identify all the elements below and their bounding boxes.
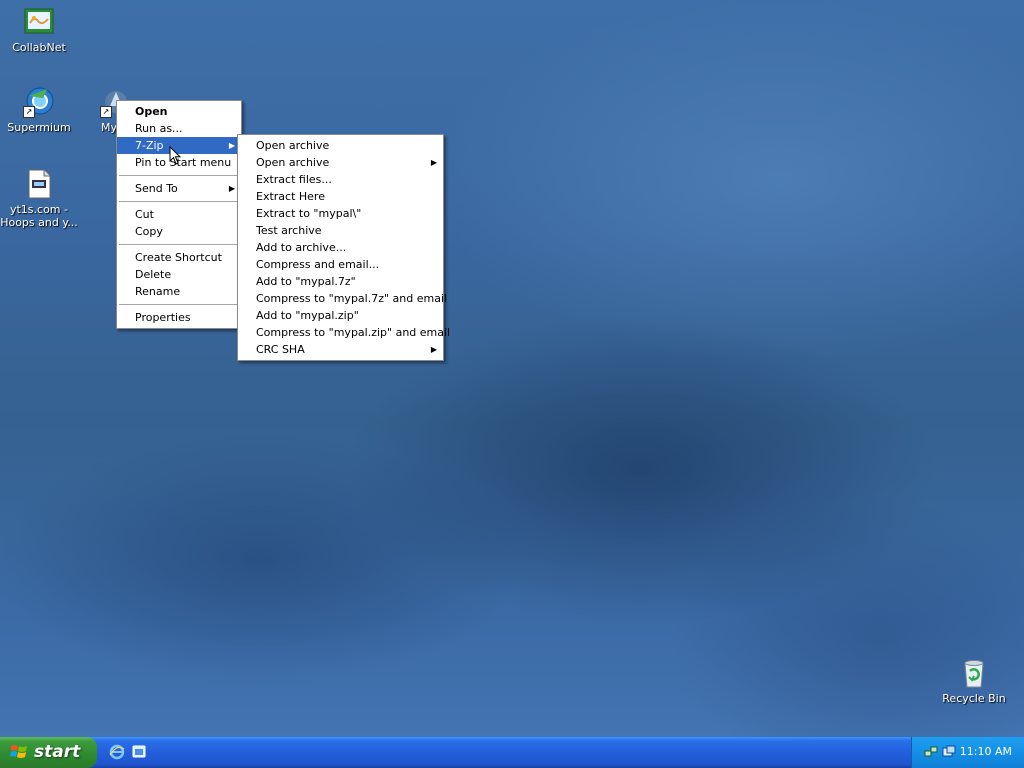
submenu-item-test-archive[interactable]: Test archive — [238, 222, 443, 239]
menu-item-create-shortcut[interactable]: Create Shortcut — [117, 249, 241, 266]
desktop-icon-recycle-bin[interactable]: Recycle Bin — [934, 657, 1014, 705]
document-icon — [23, 168, 55, 200]
submenu-item-add-to-archive[interactable]: Add to archive... — [238, 239, 443, 256]
mouse-cursor-icon — [169, 146, 182, 165]
menu-item-send-to[interactable]: Send To ▶ — [117, 180, 241, 197]
shortcut-arrow-icon: ↗ — [100, 106, 112, 118]
submenu-7zip: Open archive Open archive ▶ Extract file… — [237, 134, 450, 361]
desktop-icon-label: Supermium — [7, 121, 71, 134]
shortcut-arrow-icon: ↗ — [23, 106, 35, 118]
submenu-item-compress-zip-email[interactable]: Compress to "mypal.zip" and email — [238, 324, 450, 341]
desktop-icon-supermium[interactable]: ↗ Supermium — [0, 86, 79, 134]
menu-separator — [119, 244, 239, 245]
submenu-item-add-7z[interactable]: Add to "mypal.7z" — [238, 273, 443, 290]
submenu-item-compress-7z-email[interactable]: Compress to "mypal.7z" and email — [238, 290, 447, 307]
desktop[interactable]: CollabNet ↗ Supermium ↗ My yt1s.com - Ho… — [0, 0, 1024, 737]
start-label: start — [34, 742, 81, 762]
menu-item-properties[interactable]: Properties — [117, 309, 241, 326]
submenu-arrow-icon: ▶ — [228, 184, 235, 193]
menu-item-label: Open archive — [256, 156, 330, 169]
taskbar: start 11:10 AM — [0, 737, 1024, 768]
menu-item-open[interactable]: Open — [117, 103, 241, 120]
collabnet-icon — [23, 6, 55, 38]
submenu-item-extract-here[interactable]: Extract Here — [238, 188, 443, 205]
supermium-icon: ↗ — [23, 86, 55, 118]
menu-separator — [119, 304, 239, 305]
menu-item-cut[interactable]: Cut — [117, 206, 241, 223]
submenu-arrow-icon: ▶ — [430, 345, 437, 354]
submenu-item-open-archive-more[interactable]: Open archive ▶ — [238, 154, 443, 171]
desktop-icon-collabnet[interactable]: CollabNet — [0, 6, 79, 54]
windows-logo-icon — [10, 745, 27, 758]
submenu-arrow-icon: ▶ — [430, 158, 437, 167]
menu-item-copy[interactable]: Copy — [117, 223, 241, 240]
desktop-icon-label: Recycle Bin — [942, 692, 1006, 705]
clock[interactable]: 11:10 AM — [960, 745, 1012, 758]
desktop-icon-label: yt1s.com - Hoops and y... — [0, 203, 78, 229]
submenu-arrow-icon: ▶ — [228, 141, 235, 150]
submenu-item-extract-to[interactable]: Extract to "mypal\" — [238, 205, 443, 222]
menu-separator — [119, 175, 239, 176]
menu-item-delete[interactable]: Delete — [117, 266, 241, 283]
menu-item-label: CRC SHA — [256, 343, 305, 356]
network-icon[interactable] — [924, 745, 938, 759]
internet-explorer-icon[interactable] — [109, 744, 125, 760]
desktop-icon-label: CollabNet — [12, 41, 66, 54]
menu-item-rename[interactable]: Rename — [117, 283, 241, 300]
desktop-icon-yt1s-file[interactable]: yt1s.com - Hoops and y... — [0, 168, 79, 229]
system-tray: 11:10 AM — [911, 737, 1024, 768]
start-button[interactable]: start — [0, 737, 97, 768]
connection-icon[interactable] — [942, 745, 956, 759]
recycle-bin-icon — [958, 657, 990, 689]
menu-separator — [119, 201, 239, 202]
submenu-item-compress-email[interactable]: Compress and email... — [238, 256, 443, 273]
submenu-item-crc-sha[interactable]: CRC SHA ▶ — [238, 341, 443, 358]
context-menu: Open Run as... 7-Zip ▶ Pin to Start menu… — [116, 100, 242, 329]
show-desktop-icon[interactable] — [131, 744, 147, 760]
menu-item-label: Send To — [135, 182, 178, 195]
submenu-item-add-zip[interactable]: Add to "mypal.zip" — [238, 307, 443, 324]
menu-item-run-as[interactable]: Run as... — [117, 120, 241, 137]
menu-item-label: 7-Zip — [135, 139, 164, 152]
submenu-item-open-archive[interactable]: Open archive — [238, 137, 443, 154]
submenu-item-extract-files[interactable]: Extract files... — [238, 171, 443, 188]
